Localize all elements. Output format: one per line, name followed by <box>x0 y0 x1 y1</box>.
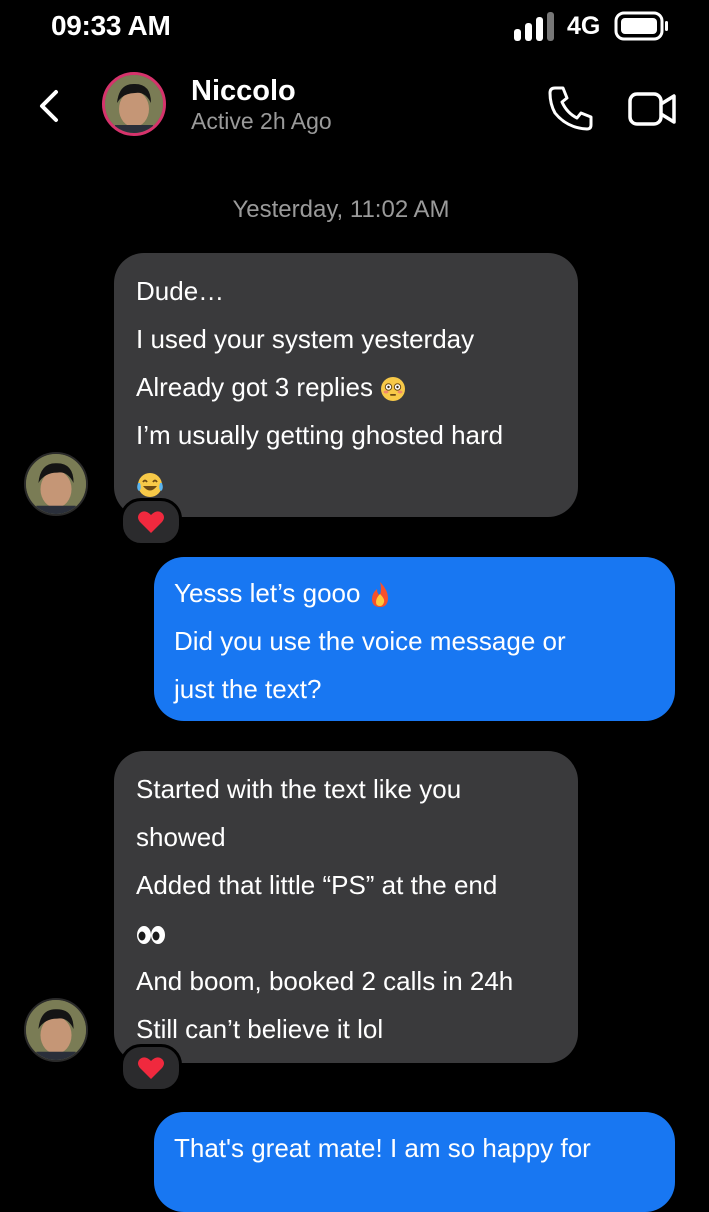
contact-avatar[interactable] <box>102 72 166 136</box>
video-camera-icon[interactable] <box>626 88 678 130</box>
message-line: just the text? <box>174 674 322 704</box>
fire-emoji-icon <box>371 582 388 608</box>
incoming-message[interactable]: Dude… I used your system yesterday Alrea… <box>114 253 578 517</box>
message-line: I used your system yesterday <box>136 324 475 354</box>
outgoing-message[interactable]: Yesss let’s gooo Did you use the voice m… <box>154 557 675 721</box>
message-line <box>136 459 556 507</box>
person-photo-icon <box>26 1000 86 1060</box>
crying-laughing-face-emoji-icon <box>137 473 163 498</box>
contact-name[interactable]: Niccolo <box>191 75 296 108</box>
flushed-face-emoji-icon <box>381 377 406 402</box>
incoming-message[interactable]: Started with the text like you showed Ad… <box>114 751 578 1063</box>
contact-activity-status: Active 2h Ago <box>191 108 332 134</box>
message-reaction[interactable] <box>120 498 182 546</box>
message-line: Dude… <box>136 276 225 306</box>
eyes-emoji-icon <box>137 926 165 945</box>
message-line: Yesss let’s gooo <box>174 569 655 617</box>
message-line: That's great mate! I am so happy for <box>174 1133 591 1163</box>
message-line: showed <box>136 822 226 852</box>
network-type: 4G <box>567 12 601 40</box>
message-line: I’m usually getting ghosted hard <box>136 420 504 450</box>
sender-avatar[interactable] <box>24 452 88 516</box>
message-line: Already got 3 replies <box>136 363 556 411</box>
message-line: Added that little “PS” at the end <box>136 870 498 900</box>
status-time: 09:33 AM <box>51 10 171 41</box>
sender-avatar[interactable] <box>24 998 88 1062</box>
person-photo-icon <box>105 75 163 133</box>
chat-header: Niccolo Active 2h Ago <box>0 60 709 150</box>
outgoing-message[interactable]: That's great mate! I am so happy for <box>154 1112 675 1212</box>
conversation-timestamp: Yesterday, 11:02 AM <box>232 196 450 223</box>
message-line: Still can’t believe it lol <box>136 1014 384 1044</box>
red-heart-icon <box>138 511 164 533</box>
back-chevron-icon[interactable] <box>30 84 70 128</box>
message-line <box>136 909 556 957</box>
cellular-signal-icon <box>514 12 554 41</box>
red-heart-icon <box>138 1057 164 1079</box>
status-bar: 09:33 AM 4G <box>0 0 709 52</box>
message-line: Started with the text like you <box>136 774 462 804</box>
phone-icon[interactable] <box>544 82 596 134</box>
message-line: And boom, booked 2 calls in 24h <box>136 966 514 996</box>
person-photo-icon <box>26 454 86 514</box>
battery-icon <box>614 11 668 41</box>
message-reaction[interactable] <box>120 1044 182 1092</box>
message-line: Did you use the voice message or <box>174 626 566 656</box>
